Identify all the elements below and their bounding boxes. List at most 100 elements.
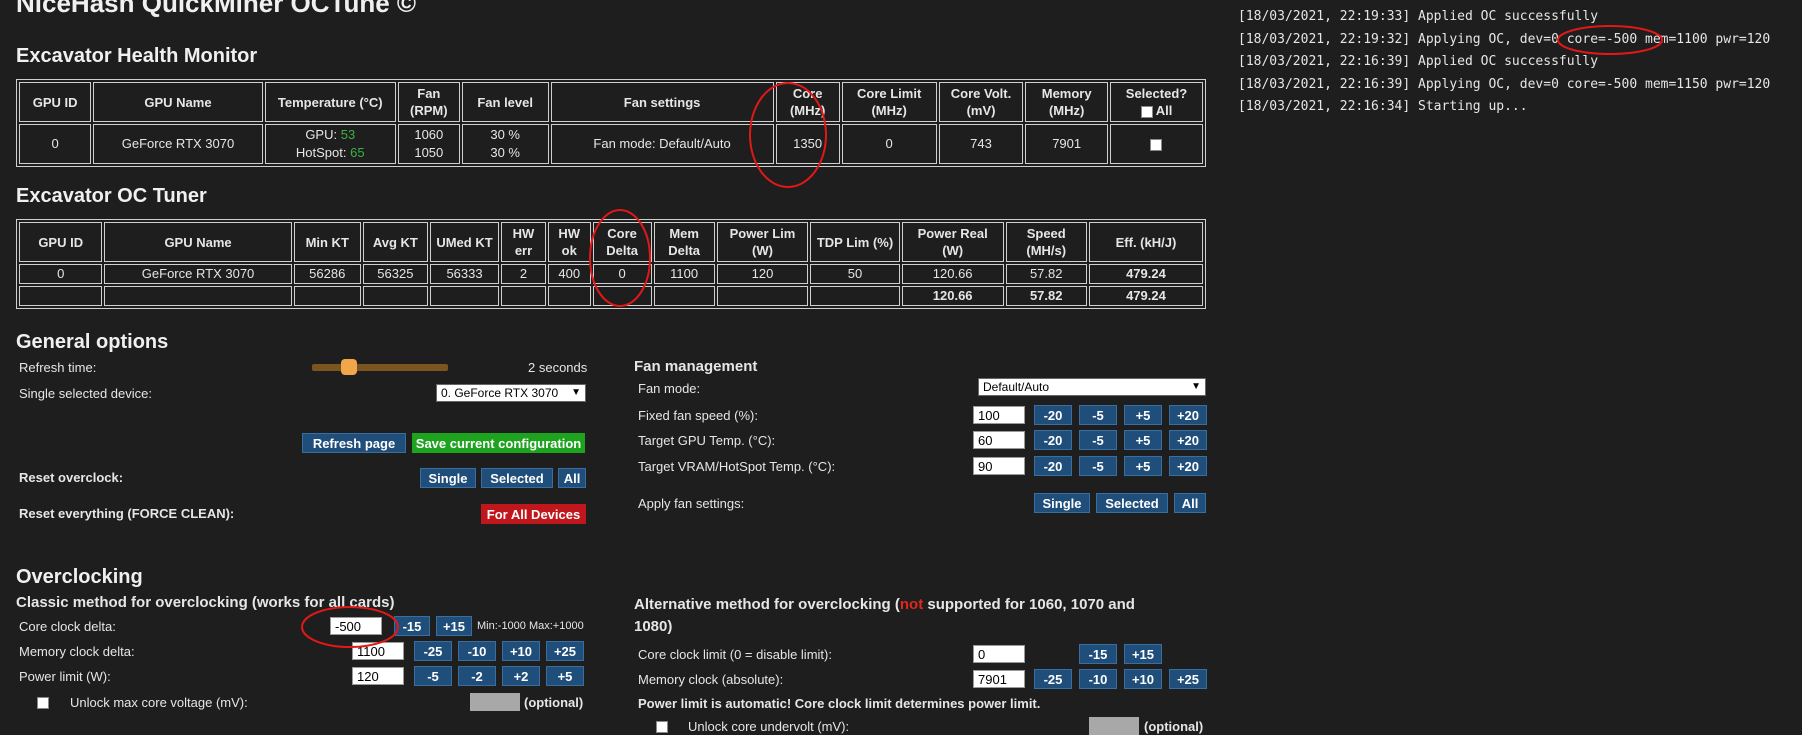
force-clean-button[interactable]: For All Devices: [481, 504, 586, 524]
single-device-label: Single selected device:: [19, 386, 152, 401]
alt-core-limit-label: Core clock limit (0 = disable limit):: [638, 647, 832, 662]
power-minus2[interactable]: -2: [458, 666, 496, 686]
alt-core-limit-input[interactable]: 0: [973, 645, 1025, 663]
mem-delta-input[interactable]: 1100: [352, 642, 404, 660]
tuner-row: 0 GeForce RTX 3070 56286 56325 56333 2 4…: [19, 264, 1203, 284]
log-line: [18/03/2021, 22:16:39] Applied OC succes…: [1238, 54, 1599, 69]
fixed-fan-input[interactable]: 100: [973, 406, 1025, 424]
target-vram-plus5[interactable]: +5: [1124, 456, 1162, 476]
th-fan-rpm: Fan (RPM): [397, 82, 460, 122]
health-table: GPU ID GPU Name Temperature (°C) Fan (RP…: [16, 79, 1206, 167]
t-total-empty: [810, 286, 900, 306]
power-minus5[interactable]: -5: [414, 666, 452, 686]
mem-delta-label: Memory clock delta:: [19, 644, 135, 659]
mem-delta-plus10[interactable]: +10: [502, 641, 540, 661]
th-hw-ok: HW ok: [547, 222, 591, 262]
mem-delta-minus10[interactable]: -10: [458, 641, 496, 661]
undervolt-checkbox[interactable]: [656, 721, 668, 733]
th-fan-settings: Fan settings: [550, 82, 774, 122]
t-cell: 0: [592, 264, 652, 284]
alt-mem-plus10[interactable]: +10: [1124, 669, 1162, 689]
refresh-page-button[interactable]: Refresh page: [302, 433, 406, 453]
cell-gpu-id: 0: [19, 124, 92, 164]
th-selected: Selected? All: [1109, 82, 1203, 122]
t-total-empty: [362, 286, 428, 306]
unlock-voltage-checkbox[interactable]: [37, 697, 49, 709]
classic-method-title: Classic method for overclocking (works f…: [16, 594, 395, 611]
chevron-down-icon: ▼: [1191, 381, 1201, 392]
t-cell: 400: [547, 264, 591, 284]
refresh-slider[interactable]: [312, 359, 448, 375]
log-line: [18/03/2021, 22:16:39] Applying OC, dev=…: [1238, 76, 1771, 92]
t-total-empty: [293, 286, 361, 306]
alt-mem-plus25[interactable]: +25: [1169, 669, 1207, 689]
health-monitor-title: Excavator Health Monitor: [16, 45, 258, 67]
reset-selected-button[interactable]: Selected: [481, 468, 553, 488]
fixed-fan-minus20[interactable]: -20: [1034, 405, 1072, 425]
target-vram-input[interactable]: 90: [973, 457, 1025, 475]
cell-fan-settings: Fan mode: Default/Auto: [550, 124, 774, 164]
th-min-kt: Min KT: [293, 222, 361, 262]
fan-level-2: 30 %: [490, 145, 520, 160]
row-select-checkbox[interactable]: [1150, 138, 1163, 151]
chevron-down-icon: ▼: [571, 387, 581, 398]
alt-mem-clock-input[interactable]: 7901: [973, 670, 1025, 688]
fixed-fan-plus5[interactable]: +5: [1124, 405, 1162, 425]
fan-mode-select[interactable]: Default/Auto ▼: [978, 378, 1206, 396]
t-cell: 56333: [429, 264, 500, 284]
apply-fan-selected-button[interactable]: Selected: [1096, 493, 1168, 513]
mem-delta-plus25[interactable]: +25: [546, 641, 584, 661]
unlock-voltage-input[interactable]: [470, 693, 520, 711]
core-delta-label: Core clock delta:: [19, 619, 116, 634]
core-delta-minus15[interactable]: -15: [394, 616, 430, 636]
t-cell: 120: [716, 264, 809, 284]
device-select[interactable]: 0. GeForce RTX 3070 ▼: [436, 384, 586, 402]
target-vram-minus5[interactable]: -5: [1079, 456, 1117, 476]
target-vram-minus20[interactable]: -20: [1034, 456, 1072, 476]
target-gpu-input[interactable]: 60: [973, 431, 1025, 449]
fan-mode-label: Fan mode:: [638, 381, 701, 396]
t-cell: 1100: [653, 264, 715, 284]
mem-delta-minus25[interactable]: -25: [414, 641, 452, 661]
reset-overclock-label: Reset overclock:: [19, 470, 124, 485]
core-delta-range: Min:-1000 Max:+1000: [477, 620, 584, 632]
undervolt-input[interactable]: [1089, 717, 1139, 735]
power-plus5[interactable]: +5: [546, 666, 584, 686]
power-limit-input[interactable]: 120: [352, 667, 404, 685]
hotspot-temp-label: HotSpot:: [295, 145, 351, 160]
alt-mem-minus25[interactable]: -25: [1034, 669, 1072, 689]
overclocking-title: Overclocking: [16, 566, 143, 588]
log-line: [18/03/2021, 22:19:33] Applied OC succes…: [1238, 9, 1599, 24]
alt-title-part3: 1080): [634, 618, 673, 635]
target-gpu-minus20[interactable]: -20: [1034, 430, 1072, 450]
power-note: Power limit is automatic! Core clock lim…: [638, 696, 1041, 711]
t-total-power: 120.66: [901, 286, 1004, 306]
target-gpu-plus20[interactable]: +20: [1169, 430, 1207, 450]
apply-fan-all-button[interactable]: All: [1174, 493, 1206, 513]
target-gpu-label: Target GPU Temp. (°C):: [638, 433, 776, 448]
fixed-fan-minus5[interactable]: -5: [1079, 405, 1117, 425]
alt-mem-minus10[interactable]: -10: [1079, 669, 1117, 689]
target-gpu-minus5[interactable]: -5: [1079, 430, 1117, 450]
core-delta-plus15[interactable]: +15: [436, 616, 472, 636]
t-cell: 120.66: [901, 264, 1004, 284]
apply-fan-label: Apply fan settings:: [638, 496, 745, 511]
select-all-checkbox[interactable]: [1140, 105, 1153, 118]
reset-single-button[interactable]: Single: [420, 468, 476, 488]
target-gpu-plus5[interactable]: +5: [1124, 430, 1162, 450]
apply-fan-single-button[interactable]: Single: [1034, 493, 1090, 513]
target-vram-plus20[interactable]: +20: [1169, 456, 1207, 476]
fixed-fan-plus20[interactable]: +20: [1169, 405, 1207, 425]
power-limit-label: Power limit (W):: [19, 669, 111, 684]
undervolt-label: Unlock core undervolt (mV):: [688, 719, 850, 734]
th-gpu-id: GPU ID: [19, 82, 92, 122]
refresh-slider-thumb[interactable]: [340, 359, 357, 375]
save-config-button[interactable]: Save current configuration: [412, 433, 585, 453]
core-delta-input[interactable]: -500: [330, 617, 382, 635]
reset-all-button[interactable]: All: [558, 468, 586, 488]
th-mem-delta: Mem Delta: [653, 222, 715, 262]
target-vram-label: Target VRAM/HotSpot Temp. (°C):: [638, 459, 836, 474]
alt-core-plus15[interactable]: +15: [1124, 644, 1162, 664]
power-plus2[interactable]: +2: [502, 666, 540, 686]
alt-core-minus15[interactable]: -15: [1079, 644, 1117, 664]
